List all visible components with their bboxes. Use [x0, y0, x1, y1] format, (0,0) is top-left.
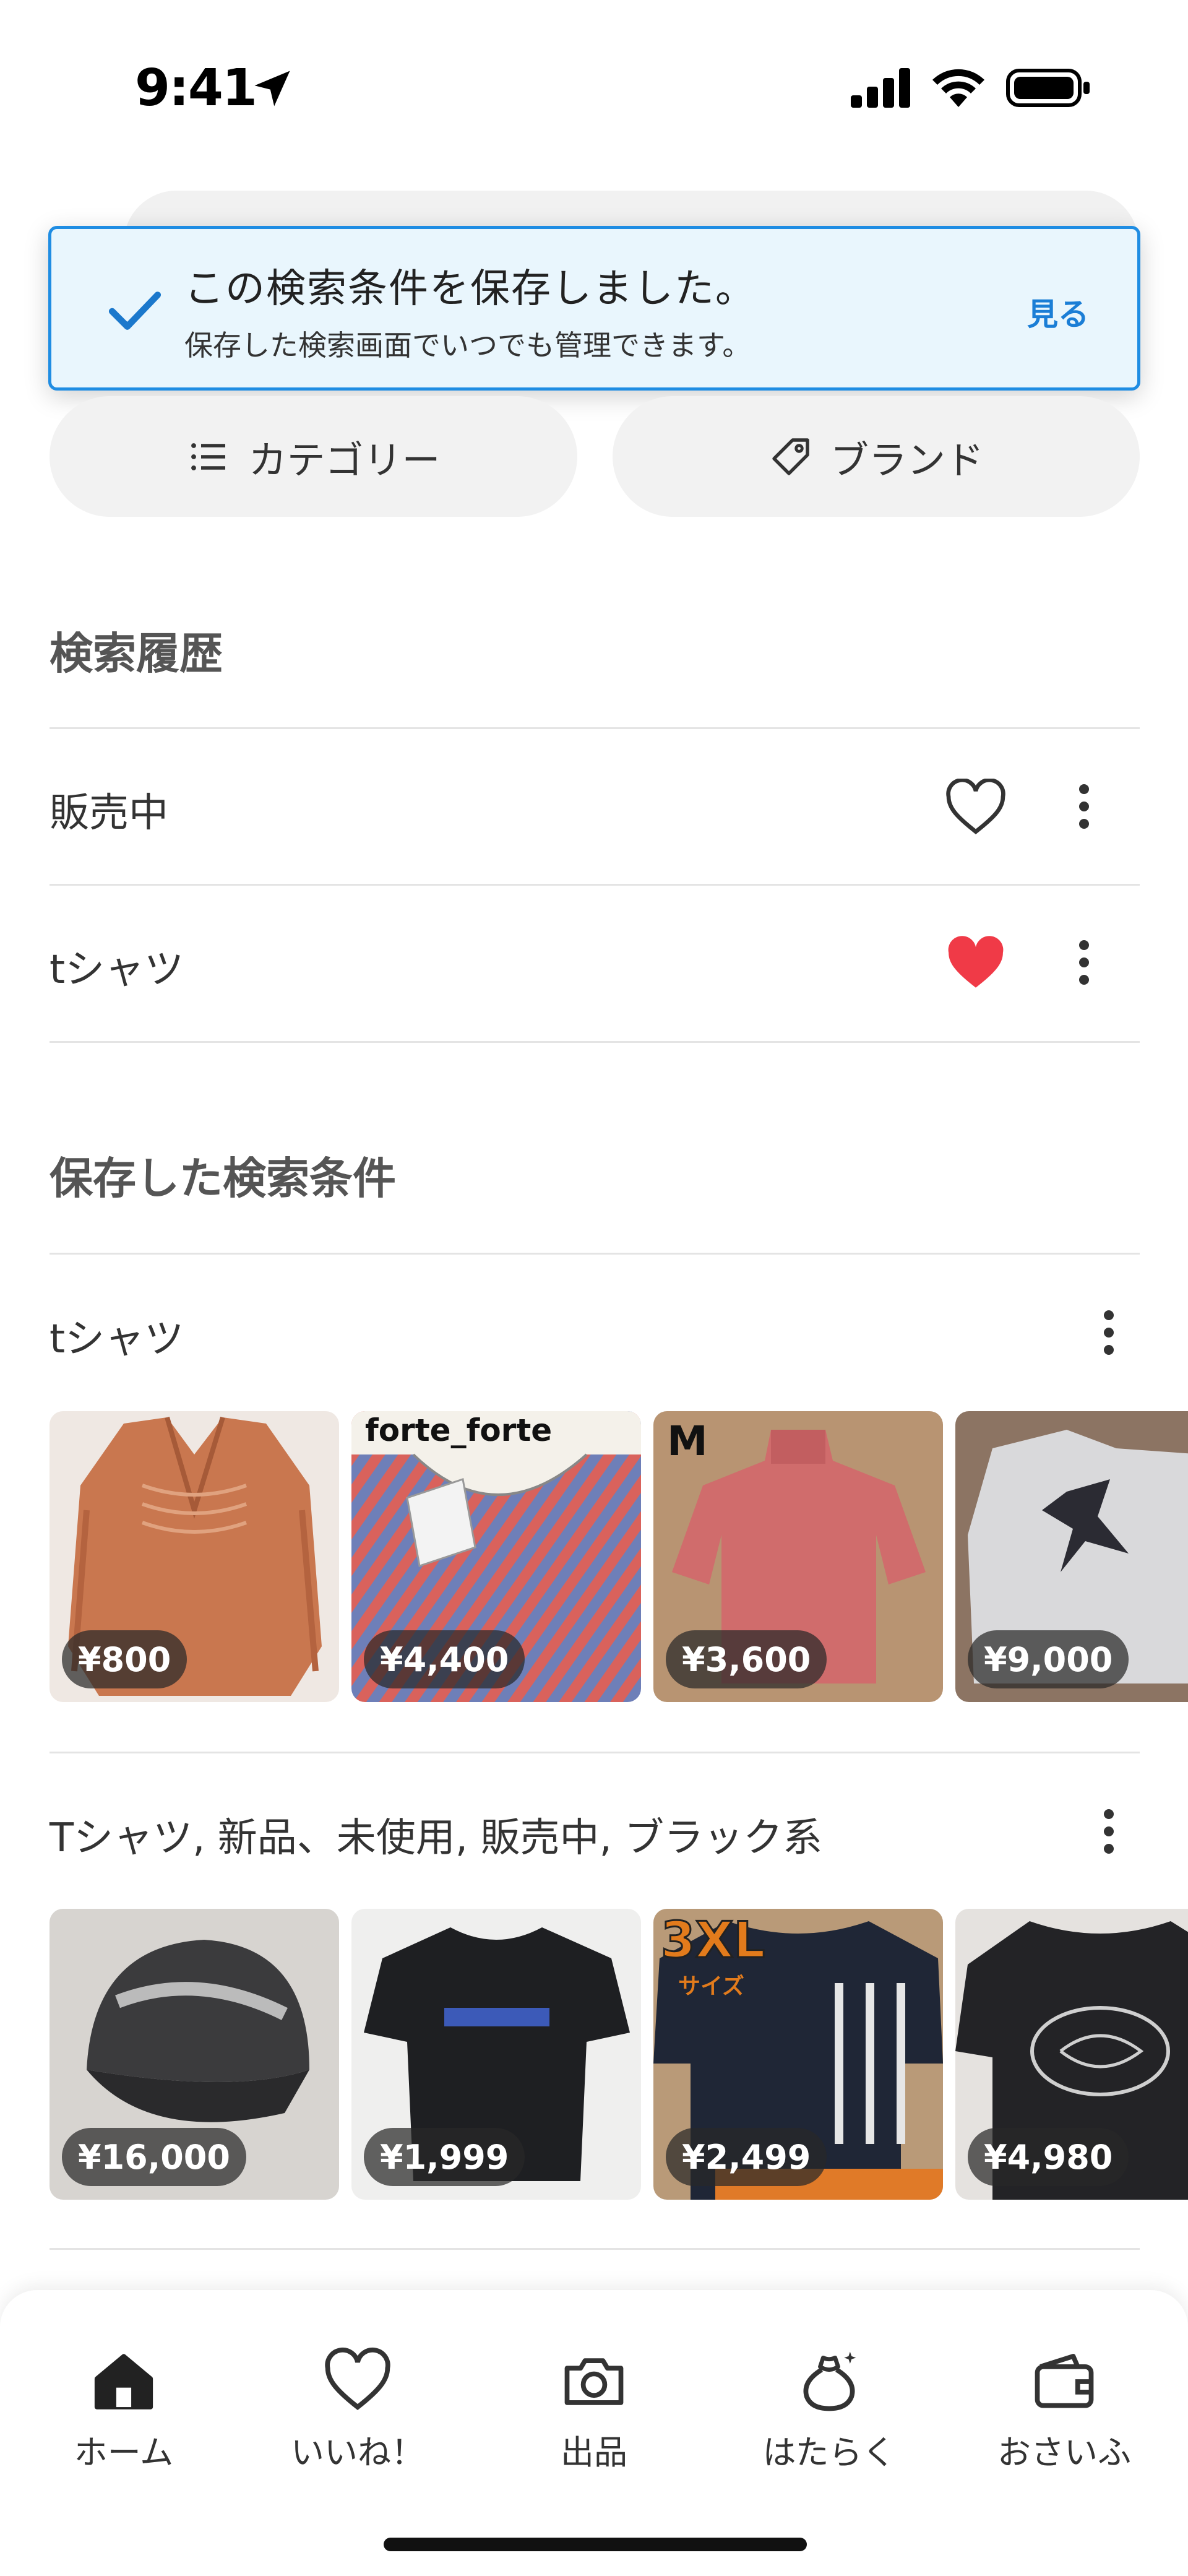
- home-icon: [94, 2354, 153, 2410]
- nav-label: いいね！: [291, 2433, 424, 2472]
- product-thumbnail[interactable]: 3XL サイズ ¥2,499: [653, 1909, 943, 2200]
- checkmark-icon: [108, 292, 161, 330]
- nav-label: ホーム: [74, 2433, 174, 2472]
- more-options-icon[interactable]: [1072, 928, 1096, 996]
- divider: [50, 1253, 1140, 1255]
- price-badge: ¥1,999: [364, 2128, 525, 2186]
- wifi-icon: [932, 69, 984, 107]
- saved-searches-heading: 保存した検索条件: [50, 1153, 396, 1204]
- image-overlay-text: 3XL: [660, 1911, 765, 1970]
- image-overlay-subtext: サイズ: [678, 1974, 744, 1999]
- wallet-icon: [1035, 2354, 1094, 2408]
- price-badge: ¥3,600: [666, 1630, 827, 1688]
- category-button[interactable]: カテゴリー: [50, 396, 577, 517]
- toast-subtitle: 保存した検索画面でいつでも管理できます。: [184, 329, 751, 362]
- product-thumbnail[interactable]: ¥9,000: [955, 1411, 1188, 1702]
- price-badge: ¥800: [62, 1630, 187, 1688]
- image-overlay-text: forte_forte: [365, 1412, 553, 1448]
- bottom-navigation: ホーム いいね！ 出品 はたらく おさいふ: [0, 2290, 1188, 2576]
- saved-search-label[interactable]: tシャツ: [50, 1307, 184, 1364]
- money-bag-icon: [803, 2351, 856, 2411]
- nav-home[interactable]: ホーム: [31, 2346, 217, 2474]
- status-time: 9:41: [135, 59, 257, 118]
- divider: [50, 2248, 1140, 2250]
- nav-label: おさいふ: [997, 2433, 1131, 2472]
- search-history-heading: 検索履歴: [50, 628, 223, 679]
- nav-likes[interactable]: いいね！: [265, 2346, 450, 2474]
- product-thumbnail[interactable]: ¥800: [50, 1411, 339, 1702]
- saved-search-label[interactable]: Tシャツ, 新品、未使用, 販売中, ブラック系: [50, 1806, 822, 1863]
- divider: [50, 1752, 1140, 1753]
- toast-title: この検索条件を保存しました。: [184, 266, 756, 312]
- battery-icon: [1006, 69, 1090, 107]
- price-badge: ¥2,499: [666, 2128, 827, 2186]
- home-indicator: [384, 2538, 807, 2551]
- brand-label: ブランド: [830, 437, 984, 483]
- list-icon: [191, 443, 226, 470]
- toast-view-button[interactable]: 見る: [1027, 290, 1089, 334]
- nav-wallet[interactable]: おさいふ: [971, 2346, 1157, 2474]
- product-thumbnail[interactable]: forte_forte ¥4,400: [351, 1411, 641, 1702]
- status-bar: 9:41: [0, 0, 1188, 179]
- saved-search-items: ¥800 forte_forte ¥4,400 M ¥3,600 ¥9,000: [50, 1411, 1188, 1702]
- saved-search-items: ¥16,000 ¥1,999 3XL サイズ ¥2,499 ¥4,980: [50, 1909, 1188, 2200]
- more-options-icon[interactable]: [1096, 1299, 1121, 1367]
- heart-filled-icon[interactable]: [944, 935, 1008, 992]
- nav-label: はたらく: [762, 2433, 896, 2472]
- category-label: カテゴリー: [248, 437, 441, 483]
- nav-work[interactable]: はたらく: [736, 2346, 922, 2474]
- product-thumbnail[interactable]: M ¥3,600: [653, 1411, 943, 1702]
- price-badge: ¥16,000: [62, 2128, 246, 2186]
- image-overlay-text: M: [667, 1417, 708, 1465]
- price-badge: ¥9,000: [968, 1630, 1129, 1688]
- cellular-signal-icon: [851, 68, 910, 108]
- divider: [50, 727, 1140, 729]
- heart-icon: [325, 2347, 390, 2411]
- more-options-icon[interactable]: [1072, 772, 1096, 841]
- tag-icon: [772, 438, 809, 475]
- product-thumbnail[interactable]: ¥16,000: [50, 1909, 339, 2200]
- history-item-label: tシャツ: [50, 947, 184, 993]
- price-badge: ¥4,980: [968, 2128, 1129, 2186]
- camera-icon: [564, 2358, 624, 2405]
- nav-label: 出品: [561, 2433, 627, 2472]
- product-thumbnail[interactable]: ¥4,980: [955, 1909, 1188, 2200]
- brand-button[interactable]: ブランド: [613, 396, 1140, 517]
- product-thumbnail[interactable]: ¥1,999: [351, 1909, 641, 2200]
- heart-outline-icon[interactable]: [944, 779, 1008, 836]
- divider: [50, 884, 1140, 886]
- divider: [50, 1041, 1140, 1043]
- nav-sell[interactable]: 出品: [501, 2346, 687, 2474]
- price-badge: ¥4,400: [364, 1630, 525, 1688]
- location-arrow-icon: [254, 71, 290, 106]
- more-options-icon[interactable]: [1096, 1797, 1121, 1865]
- history-item-label: 販売中: [50, 790, 168, 836]
- saved-search-toast: この検索条件を保存しました。 保存した検索画面でいつでも管理できます。 見る: [48, 226, 1140, 391]
